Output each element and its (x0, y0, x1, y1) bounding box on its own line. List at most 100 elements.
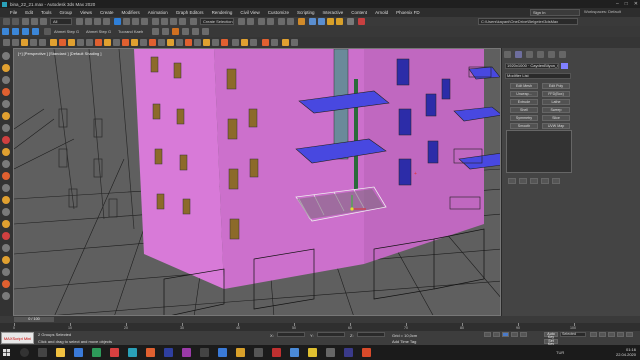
left-tool-icon-1[interactable] (2, 52, 10, 60)
edge-icon[interactable] (74, 348, 83, 357)
left-tool-icon-4[interactable] (2, 88, 10, 96)
slice-button[interactable]: Slice (542, 115, 570, 121)
toolbar-icon-b[interactable] (162, 28, 169, 35)
edit-mesh-button[interactable]: Edit Mesh (510, 83, 538, 89)
track-bar[interactable]: 0 10 20 30 40 50 60 70 80 90 100 (0, 323, 640, 331)
set-key-button[interactable]: Set Key (544, 339, 558, 346)
material-editor-icon[interactable] (298, 18, 305, 25)
next-frame-icon[interactable] (511, 332, 518, 337)
align-icon[interactable] (247, 18, 254, 25)
menu-graph-editors[interactable]: Graph Editors (172, 10, 208, 15)
modifier-list-dropdown[interactable]: Modifier List (505, 73, 571, 79)
menu-scripting[interactable]: Scripting (293, 10, 319, 15)
unlink-icon[interactable] (31, 18, 38, 25)
lathe-button[interactable]: Lathe (542, 99, 570, 105)
ribbon-icon-18[interactable] (158, 39, 165, 46)
sets-icon[interactable] (44, 28, 51, 35)
menu-create[interactable]: Create (96, 10, 118, 15)
left-tool-icon-15[interactable] (2, 220, 10, 228)
app-icon-navy[interactable] (344, 348, 353, 357)
maxscript-listener[interactable]: MAXScript Mini (1, 332, 34, 344)
ribbon-icon-29[interactable] (262, 39, 269, 46)
ribbon-icon-8[interactable] (68, 39, 75, 46)
workspaces-selector[interactable]: Workspaces: Default (584, 9, 621, 14)
prev-frame-icon[interactable] (493, 332, 500, 337)
ribbon-icon-12[interactable] (104, 39, 111, 46)
left-tool-icon-12[interactable] (2, 184, 10, 192)
ribbon-icon-19[interactable] (167, 39, 174, 46)
toolbar-icon-d[interactable] (182, 28, 189, 35)
pan-icon[interactable] (608, 332, 615, 337)
smooth-button[interactable]: Smooth (510, 123, 538, 129)
app-icon-purple[interactable] (182, 348, 191, 357)
axis-xy-icon[interactable] (32, 28, 39, 35)
rotate-icon[interactable] (123, 18, 130, 25)
ribbon-icon-24[interactable] (212, 39, 219, 46)
pin-stack-icon[interactable] (508, 178, 516, 184)
ribbon-icon-10[interactable] (86, 39, 93, 46)
extrude-button[interactable]: Extrude (510, 99, 538, 105)
render-production-icon[interactable] (327, 18, 334, 25)
menu-edit[interactable]: Edit (21, 10, 37, 15)
a360-gallery-icon[interactable] (347, 18, 354, 25)
named-selection-set-combo[interactable]: Create Selection Se (200, 18, 234, 25)
left-tool-icon-21[interactable] (2, 292, 10, 300)
hierarchy-tab-icon[interactable] (526, 51, 533, 58)
sets-label-2[interactable]: Ahmet Step G (86, 29, 111, 34)
left-tool-icon-6[interactable] (2, 112, 10, 120)
menu-views[interactable]: Views (76, 10, 96, 15)
utilities-tab-icon[interactable] (559, 51, 566, 58)
configure-sets-icon[interactable] (552, 178, 560, 184)
menu-arnold[interactable]: Arnold (371, 10, 392, 15)
ribbon-icon-22[interactable] (194, 39, 201, 46)
undo-icon[interactable] (3, 18, 10, 25)
axis-y-icon[interactable] (2, 28, 9, 35)
menu-rendering[interactable]: Rendering (208, 10, 237, 15)
place-icon[interactable] (141, 18, 148, 25)
edit-poly-button[interactable]: Edit Poly (542, 83, 570, 89)
ribbon-icon-2[interactable] (12, 39, 19, 46)
sweep-button[interactable]: Sweep (542, 107, 570, 113)
left-tool-icon-2[interactable] (2, 64, 10, 72)
menu-content[interactable]: Content (347, 10, 371, 15)
schematic-view-icon[interactable] (287, 18, 294, 25)
axis-x-icon[interactable] (22, 28, 29, 35)
ffd-box-button[interactable]: FFD(Box) (542, 91, 570, 97)
app-icon-blue[interactable] (218, 348, 227, 357)
vray-icon[interactable] (358, 18, 365, 25)
ribbon-icon-7[interactable] (59, 39, 66, 46)
app-icon-green[interactable] (92, 348, 101, 357)
app-icon-dark[interactable] (200, 348, 209, 357)
time-slider[interactable]: 0 / 100 (0, 316, 640, 323)
ribbon-icon-31[interactable] (282, 39, 289, 46)
layer-explorer-icon[interactable] (258, 18, 265, 25)
left-tool-icon-9[interactable] (2, 148, 10, 156)
left-tool-icon-13[interactable] (2, 196, 10, 204)
minimize-button[interactable]: – (616, 1, 619, 7)
left-tool-icon-18[interactable] (2, 256, 10, 264)
select-by-name-icon[interactable] (85, 18, 92, 25)
motion-tab-icon[interactable] (537, 51, 544, 58)
modifier-stack[interactable] (506, 130, 572, 173)
snap-toggle-icon[interactable] (152, 18, 159, 25)
app-icon-orange[interactable] (146, 348, 155, 357)
zoom-icon[interactable] (590, 332, 597, 337)
toolbar-icon-f[interactable] (202, 28, 209, 35)
ribbon-icon-5[interactable] (39, 39, 46, 46)
clock[interactable]: 01:16 22.04.2020 (616, 347, 636, 357)
ribbon-icon-28[interactable] (250, 39, 257, 46)
ribbon-icon-14[interactable] (122, 39, 129, 46)
zoom-all-icon[interactable] (599, 332, 606, 337)
unwrap-button[interactable]: Unwrap... (510, 91, 538, 97)
add-time-tag[interactable]: Add Time Tag (392, 339, 416, 344)
tray-language[interactable]: TUR (556, 350, 564, 355)
left-tool-icon-11[interactable] (2, 172, 10, 180)
key-filter-combo[interactable]: Selected (560, 332, 586, 337)
menu-animation[interactable]: Animation (144, 10, 172, 15)
left-tool-icon-8[interactable] (2, 136, 10, 144)
window-crossing-icon[interactable] (103, 18, 110, 25)
left-tool-icon-16[interactable] (2, 232, 10, 240)
shell-button[interactable]: Shell (510, 107, 538, 113)
orbit-icon[interactable] (617, 332, 624, 337)
ribbon-icon-9[interactable] (77, 39, 84, 46)
